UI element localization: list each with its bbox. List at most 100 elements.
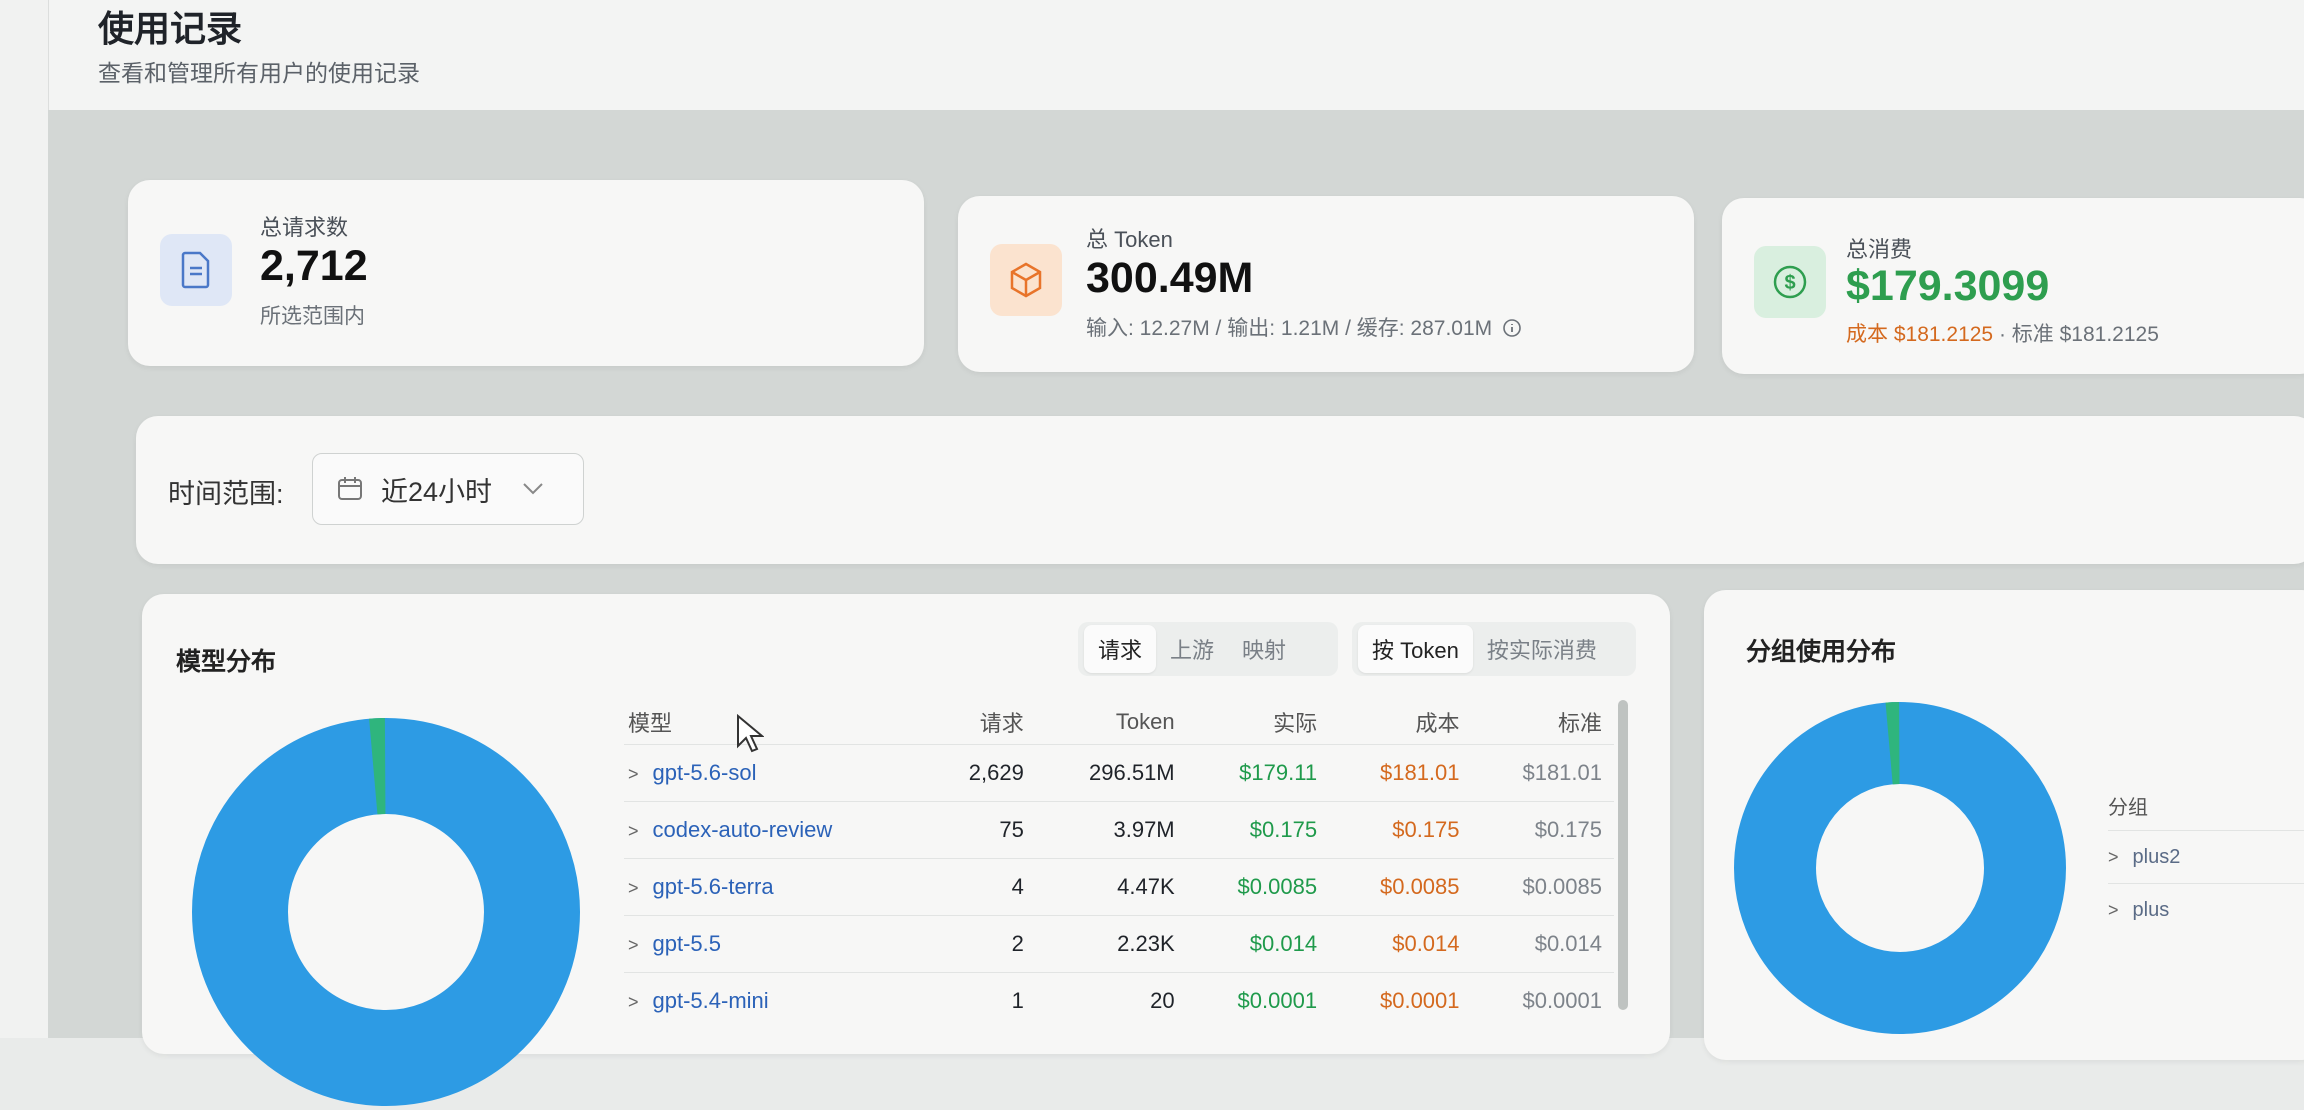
dollar-circle-icon: $ — [1754, 246, 1826, 318]
cell-actual: $0.014 — [1186, 915, 1330, 973]
table-row[interactable]: > gpt-5.6-terra 4 4.47K $0.0085 $0.0085 $… — [624, 858, 1614, 916]
tab-by-token[interactable]: 按 Token — [1358, 625, 1473, 673]
group-donut-chart — [1734, 701, 2066, 1034]
tab-upstream[interactable]: 上游 — [1156, 625, 1228, 673]
cell-standard: $0.175 — [1471, 801, 1614, 859]
table-row[interactable]: > plus2 — [2108, 830, 2304, 883]
stat-label-cost: 总消费 — [1846, 237, 1913, 262]
calendar-icon — [338, 477, 362, 500]
info-icon[interactable] — [1502, 318, 1522, 338]
table-row[interactable]: > plus — [2108, 883, 2304, 936]
expand-chevron-icon[interactable]: > — [2108, 847, 2119, 867]
cell-tokens: 4.47K — [1035, 858, 1187, 916]
cell-requests: 2 — [927, 915, 1036, 973]
token-breakdown: 输入: 12.27M / 输出: 1.21M / 缓存: 287.01M — [1086, 317, 1493, 340]
expand-chevron-icon[interactable]: > — [628, 935, 639, 955]
dimension-tabs: 请求 上游 映射 — [1078, 622, 1338, 676]
svg-text:$: $ — [1784, 272, 1795, 294]
stat-label-requests: 总请求数 — [260, 215, 349, 240]
group-name: plus — [2132, 899, 2170, 921]
page-title: 使用记录 — [98, 8, 243, 49]
stat-sub-tokens: 输入: 12.27M / 输出: 1.21M / 缓存: 287.01M — [1086, 312, 1522, 342]
table-row[interactable]: > codex-auto-review 75 3.97M $0.175 $0.17… — [624, 801, 1614, 859]
donut-slice-major[interactable] — [1734, 702, 2066, 1034]
cost-actual: 成本 $181.2125 — [1846, 323, 1994, 346]
cube-icon — [990, 244, 1062, 316]
page-subtitle: 查看和管理所有用户的使用记录 — [98, 60, 420, 86]
expand-chevron-icon[interactable]: > — [628, 821, 639, 841]
model-name: gpt-5.6-terra — [652, 874, 774, 899]
sidebar — [0, 0, 49, 1038]
chevron-down-icon — [523, 483, 543, 495]
table-row[interactable]: > gpt-5.5 2 2.23K $0.014 $0.014 $0.014 — [624, 915, 1614, 973]
cost-separator: · — [1993, 323, 2012, 346]
col-cost[interactable]: 成本 — [1329, 700, 1471, 745]
time-range-label: 时间范围: — [168, 479, 284, 509]
cell-requests: 75 — [927, 801, 1036, 859]
model-name: gpt-5.4-mini — [652, 988, 769, 1013]
cell-actual: $0.0085 — [1186, 858, 1330, 916]
cell-cost: $0.0001 — [1329, 972, 1472, 1029]
stat-value-requests: 2,712 — [260, 242, 368, 290]
cell-tokens: 296.51M — [1035, 744, 1187, 802]
stat-card-tokens: 总 Token 300.49M 输入: 12.27M / 输出: 1.21M /… — [958, 196, 1694, 372]
cell-tokens: 2.23K — [1035, 915, 1187, 973]
cell-requests: 1 — [927, 972, 1036, 1029]
cell-tokens: 20 — [1035, 972, 1187, 1029]
expand-chevron-icon[interactable]: > — [628, 878, 639, 898]
donut-slice-major[interactable] — [192, 718, 580, 1106]
cell-actual: $0.175 — [1186, 801, 1330, 859]
expand-chevron-icon[interactable]: > — [2108, 900, 2119, 920]
stat-card-requests: 总请求数 2,712 所选范围内 — [128, 180, 924, 366]
stat-sub-requests: 所选范围内 — [260, 305, 365, 328]
cost-standard: 标准 $181.2125 — [2011, 323, 2159, 346]
expand-chevron-icon[interactable]: > — [628, 764, 639, 784]
model-name: codex-auto-review — [652, 817, 833, 842]
document-icon — [160, 234, 232, 306]
metric-tabs: 按 Token 按实际消费 — [1352, 622, 1636, 676]
model-name: gpt-5.5 — [652, 931, 722, 956]
cell-standard: $181.01 — [1471, 744, 1614, 802]
model-donut-chart — [192, 717, 580, 1106]
time-range-select[interactable]: 近24小时 — [312, 453, 584, 525]
cell-cost: $0.175 — [1329, 801, 1472, 859]
cell-requests: 2,629 — [927, 744, 1036, 802]
tab-by-actual-cost[interactable]: 按实际消费 — [1473, 625, 1611, 673]
cell-standard: $0.0085 — [1471, 858, 1614, 916]
stat-card-cost: $ 总消费 $179.3099 成本 $181.2125 · 标准 $181.2… — [1722, 198, 2304, 374]
cell-requests: 4 — [927, 858, 1036, 916]
model-name: gpt-5.6-sol — [652, 760, 757, 785]
col-requests[interactable]: 请求 — [927, 700, 1036, 745]
col-group: 分组 — [2108, 797, 2148, 819]
col-model[interactable]: 模型 — [624, 700, 927, 745]
model-distribution-title: 模型分布 — [176, 648, 277, 676]
cell-tokens: 3.97M — [1035, 801, 1187, 859]
table-header-row: 模型 请求 Token 实际 成本 标准 — [624, 700, 1614, 745]
cell-cost: $181.01 — [1329, 744, 1472, 802]
expand-chevron-icon[interactable]: > — [628, 992, 639, 1012]
cell-cost: $0.0085 — [1329, 858, 1472, 916]
stat-value-cost: $179.3099 — [1846, 262, 2050, 310]
col-actual[interactable]: 实际 — [1187, 700, 1329, 745]
col-standard[interactable]: 标准 — [1472, 700, 1614, 745]
stat-sub-cost: 成本 $181.2125 · 标准 $181.2125 — [1846, 318, 2159, 348]
stat-label-tokens: 总 Token — [1086, 227, 1173, 252]
group-name: plus2 — [2132, 846, 2181, 868]
group-table: 分组 > plus2 > plus — [2108, 786, 2304, 936]
stat-value-tokens: 300.49M — [1086, 254, 1254, 302]
table-scrollbar[interactable] — [1618, 700, 1628, 1010]
cell-cost: $0.014 — [1329, 915, 1472, 973]
model-table: 模型 请求 Token 实际 成本 标准 > gpt-5.6-sol 2,629 … — [624, 700, 1614, 1029]
cell-actual: $179.11 — [1186, 744, 1330, 802]
tab-request[interactable]: 请求 — [1084, 625, 1157, 673]
cell-standard: $0.014 — [1471, 915, 1614, 973]
table-row[interactable]: > gpt-5.6-sol 2,629 296.51M $179.11 $181.… — [624, 744, 1614, 802]
tab-mapping[interactable]: 映射 — [1228, 625, 1300, 673]
group-distribution-title: 分组使用分布 — [1746, 638, 1897, 666]
mouse-cursor-icon — [737, 714, 764, 753]
cell-actual: $0.0001 — [1186, 972, 1330, 1029]
cell-standard: $0.0001 — [1471, 972, 1614, 1029]
table-row[interactable]: > gpt-5.4-mini 1 20 $0.0001 $0.0001 $0.00… — [624, 972, 1614, 1029]
col-token[interactable]: Token — [1036, 700, 1187, 745]
time-range-value: 近24小时 — [381, 476, 493, 507]
